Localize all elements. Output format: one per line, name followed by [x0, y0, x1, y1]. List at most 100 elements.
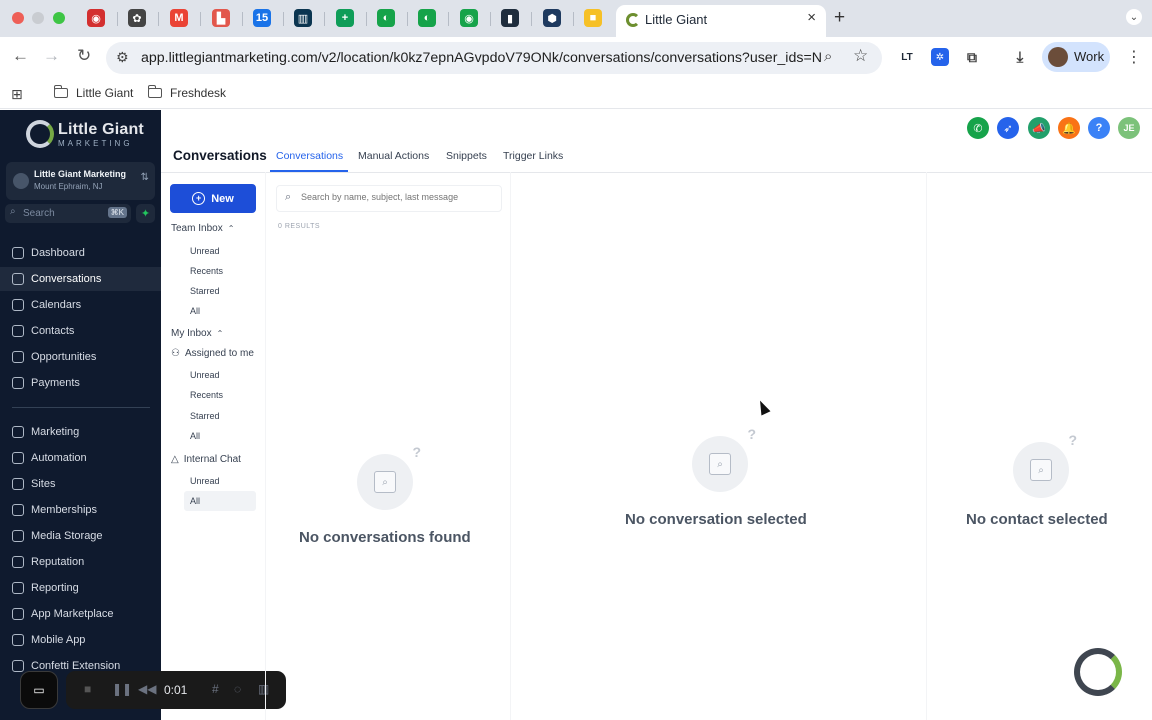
browser-tab-active[interactable]: Little Giant ×	[616, 5, 826, 37]
camera-toggle-button[interactable]: ▭	[20, 671, 58, 709]
tab-separator	[200, 12, 201, 26]
team-unread[interactable]: Unread	[190, 246, 220, 256]
forward-arrow-icon[interactable]: →	[43, 46, 60, 66]
apps-grid-icon[interactable]: ⊞	[11, 86, 23, 103]
gmail-icon[interactable]: M	[170, 9, 188, 27]
bookmark-star-icon[interactable]: ☆	[853, 46, 868, 66]
help-icon[interactable]: ?	[1088, 117, 1110, 139]
sidebar-item-sites[interactable]: Sites	[0, 472, 161, 496]
internal-unread[interactable]: Unread	[190, 476, 220, 486]
address-bar[interactable]: ⚙ app.littlegiantmarketing.com/v2/locati…	[106, 42, 882, 74]
browser-menu-icon[interactable]: ⋮	[1126, 47, 1142, 67]
conversation-search-input[interactable]	[301, 192, 496, 202]
internal-all[interactable]: All	[190, 496, 200, 506]
extension-icon[interactable]: ✲	[931, 48, 949, 66]
my-all[interactable]: All	[190, 431, 200, 441]
bookmark-little-giant[interactable]: Little Giant	[54, 85, 133, 100]
phone-icon[interactable]: ✆	[967, 117, 989, 139]
url-text[interactable]: app.littlegiantmarketing.com/v2/location…	[141, 50, 821, 66]
trello-icon[interactable]: ▥	[294, 9, 312, 27]
nav-icon	[12, 325, 24, 337]
sidebar-item-app-marketplace[interactable]: App Marketplace	[0, 602, 161, 626]
search-icon: ⌕	[10, 206, 16, 217]
internal-chat-toggle[interactable]: △ Internal Chat	[171, 454, 241, 465]
new-conversation-button[interactable]: + New	[170, 184, 256, 213]
sidebar-item-label: Reputation	[31, 556, 85, 568]
sidebar-item-automation[interactable]: Automation	[0, 446, 161, 470]
team-recents[interactable]: Recents	[190, 266, 223, 276]
site-settings-icon[interactable]: ⚙	[116, 49, 129, 66]
app-green-icon[interactable]: ◉	[460, 9, 478, 27]
profile-button[interactable]: Work	[1042, 42, 1110, 72]
keep-icon[interactable]: ■	[584, 9, 602, 27]
app-green-icon[interactable]: ◐	[377, 9, 395, 27]
sidebar-item-reporting[interactable]: Reporting	[0, 576, 161, 600]
tab-snippets[interactable]: Snippets	[446, 150, 487, 162]
lt-extension-icon[interactable]: LT	[898, 48, 916, 66]
zoom-icon[interactable]: ⌕	[824, 48, 832, 65]
sidebar-item-reputation[interactable]: Reputation	[0, 550, 161, 574]
my-inbox-toggle[interactable]: My Inbox ⌃	[171, 328, 223, 339]
extensions-puzzle-icon[interactable]: ⧉	[963, 48, 981, 66]
team-inbox-toggle[interactable]: Team Inbox ⌃	[171, 223, 234, 234]
sidebar-item-conversations[interactable]: Conversations	[0, 267, 161, 291]
conversation-search[interactable]: ⌕	[276, 185, 502, 212]
new-tab-button[interactable]: +	[834, 7, 845, 29]
chatgpt-icon[interactable]: ✿	[128, 9, 146, 27]
notification-bell-icon[interactable]: 🔔	[1058, 117, 1080, 139]
folder-icon	[54, 85, 68, 98]
bookmark-freshdesk[interactable]: Freshdesk	[148, 85, 226, 100]
tab-close-icon[interactable]: ×	[807, 9, 816, 26]
window-minimize-button[interactable]	[32, 12, 44, 24]
sidebar-item-marketing[interactable]: Marketing	[0, 420, 161, 444]
sidebar-item-dashboard[interactable]: Dashboard	[0, 241, 161, 265]
rewind-icon[interactable]: ◀◀	[138, 682, 156, 696]
draw-icon[interactable]: #	[212, 682, 219, 696]
download-icon[interactable]: ⤓	[1011, 48, 1029, 66]
sidebar-item-contacts[interactable]: Contacts	[0, 319, 161, 343]
pause-icon[interactable]: ❚❚	[112, 682, 132, 696]
little-giant-badge-icon	[1074, 648, 1122, 696]
assigned-to-me[interactable]: ⚇ Assigned to me	[171, 348, 254, 359]
mouse-cursor	[755, 398, 771, 416]
calendar-icon[interactable]: 15	[253, 9, 271, 27]
brand-logo[interactable]: Little Giant MARKETING	[26, 120, 144, 148]
sidebar-item-payments[interactable]: Payments	[0, 371, 161, 395]
my-starred[interactable]: Starred	[190, 411, 220, 421]
megaphone-icon[interactable]: 📣	[1028, 117, 1050, 139]
my-recents[interactable]: Recents	[190, 390, 223, 400]
sheets-icon[interactable]: +	[336, 9, 354, 27]
team-all[interactable]: All	[190, 306, 200, 316]
sidebar-item-media-storage[interactable]: Media Storage	[0, 524, 161, 548]
quick-actions-bolt-icon[interactable]: ✦	[136, 204, 155, 223]
app-icon[interactable]: ▙	[212, 9, 230, 27]
trash-icon[interactable]: ▥	[258, 682, 269, 696]
team-starred[interactable]: Starred	[190, 286, 220, 296]
back-arrow-icon[interactable]: ←	[12, 46, 29, 66]
rocket-icon[interactable]: ➶	[997, 117, 1019, 139]
tab-trigger-links[interactable]: Trigger Links	[503, 150, 563, 162]
tab-search-button[interactable]: ⌄	[1126, 9, 1142, 25]
account-switcher[interactable]: Little Giant Marketing Mount Ephraim, NJ…	[6, 162, 155, 200]
user-avatar[interactable]: JE	[1118, 117, 1140, 139]
tab-manual-actions[interactable]: Manual Actions	[358, 150, 429, 162]
reload-icon[interactable]: ↻	[77, 46, 91, 66]
record-icon[interactable]: ◉	[87, 9, 105, 27]
stop-icon[interactable]: ■	[84, 682, 91, 696]
tab-conversations[interactable]: Conversations	[276, 150, 343, 162]
sidebar-item-calendars[interactable]: Calendars	[0, 293, 161, 317]
sidebar-item-opportunities[interactable]: Opportunities	[0, 345, 161, 369]
tab-separator	[531, 12, 532, 26]
window-maximize-button[interactable]	[53, 12, 65, 24]
sidebar-item-label: Contacts	[31, 325, 75, 337]
window-close-button[interactable]	[12, 12, 24, 24]
stats-icon[interactable]: ▮	[501, 9, 519, 27]
new-button-label: New	[211, 192, 234, 205]
my-unread[interactable]: Unread	[190, 370, 220, 380]
sidebar-search[interactable]: ⌕ Search ⌘K	[5, 204, 131, 223]
sidebar-item-memberships[interactable]: Memberships	[0, 498, 161, 522]
app-green-icon[interactable]: ◐	[418, 9, 436, 27]
hexagon-icon[interactable]: ⬢	[543, 9, 561, 27]
sidebar-item-mobile-app[interactable]: Mobile App	[0, 628, 161, 652]
settings-icon[interactable]: ◌	[234, 682, 241, 696]
